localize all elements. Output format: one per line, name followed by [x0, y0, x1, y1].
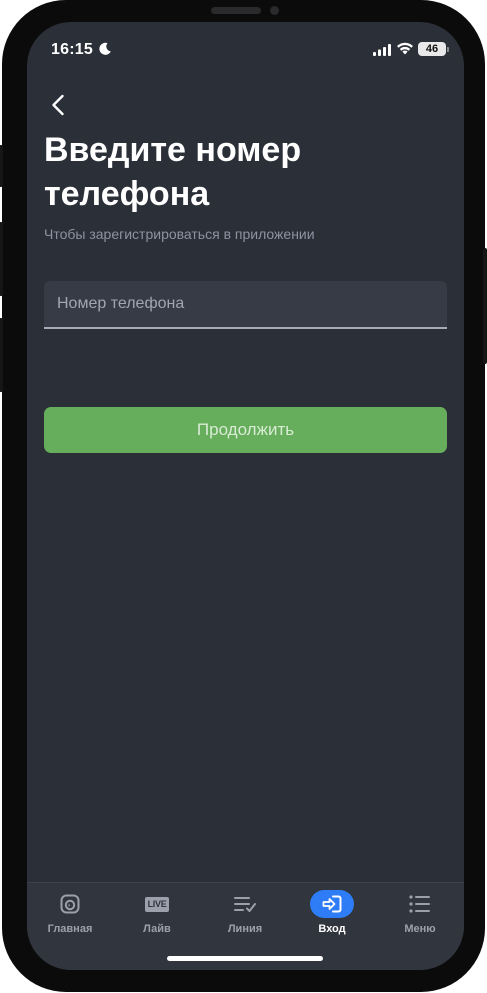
- home-indicator[interactable]: [167, 956, 323, 961]
- volume-down-button: [0, 318, 3, 392]
- tab-line-label: Линия: [227, 923, 263, 935]
- phone-frame: 16:15 46 Введите номер телефона Чтобы за…: [0, 0, 487, 992]
- battery-tip: [447, 47, 449, 52]
- tab-login[interactable]: Вход: [290, 887, 374, 943]
- home-icon: [60, 894, 80, 914]
- tab-live-icon-wrap: LIVE: [135, 890, 179, 918]
- tab-menu-label: Меню: [404, 923, 436, 935]
- status-time: 16:15: [51, 41, 93, 58]
- phone-number-field[interactable]: [44, 281, 447, 329]
- speaker-grille: [211, 7, 261, 14]
- back-button[interactable]: [43, 90, 73, 120]
- app-screen: 16:15 46 Введите номер телефона Чтобы за…: [27, 22, 464, 970]
- tab-login-label: Вход: [318, 923, 346, 935]
- menu-icon: [409, 895, 430, 913]
- tab-menu-icon-wrap: [398, 890, 442, 918]
- tab-login-icon-wrap: [310, 890, 354, 918]
- login-icon: [322, 895, 342, 913]
- signal-icon: [373, 44, 391, 56]
- tab-home-icon-wrap: [48, 890, 92, 918]
- wifi-icon: [397, 42, 413, 55]
- page-subtitle: Чтобы зарегистрироваться в приложении: [44, 226, 315, 242]
- tab-menu[interactable]: Меню: [378, 887, 462, 943]
- tab-line-icon-wrap: [223, 890, 267, 918]
- page-title: Введите номер телефона: [44, 131, 302, 213]
- phone-number-input[interactable]: [44, 281, 447, 327]
- tab-home-label: Главная: [47, 923, 93, 935]
- chevron-left-icon: [52, 94, 64, 116]
- tab-home[interactable]: Главная: [28, 887, 112, 943]
- battery-icon: 46: [418, 42, 446, 56]
- front-camera: [270, 6, 279, 15]
- continue-button[interactable]: Продолжить: [44, 407, 447, 453]
- status-bar: 16:15 46: [27, 22, 464, 78]
- moon-icon: [99, 42, 111, 55]
- silent-switch: [0, 145, 3, 187]
- tab-live[interactable]: LIVE Лайв: [115, 887, 199, 943]
- live-icon: LIVE: [145, 896, 169, 912]
- volume-up-button: [0, 222, 3, 296]
- tab-line[interactable]: Линия: [203, 887, 287, 943]
- tab-live-label: Лайв: [143, 923, 171, 935]
- line-list-icon: [234, 897, 256, 912]
- power-button: [483, 248, 487, 364]
